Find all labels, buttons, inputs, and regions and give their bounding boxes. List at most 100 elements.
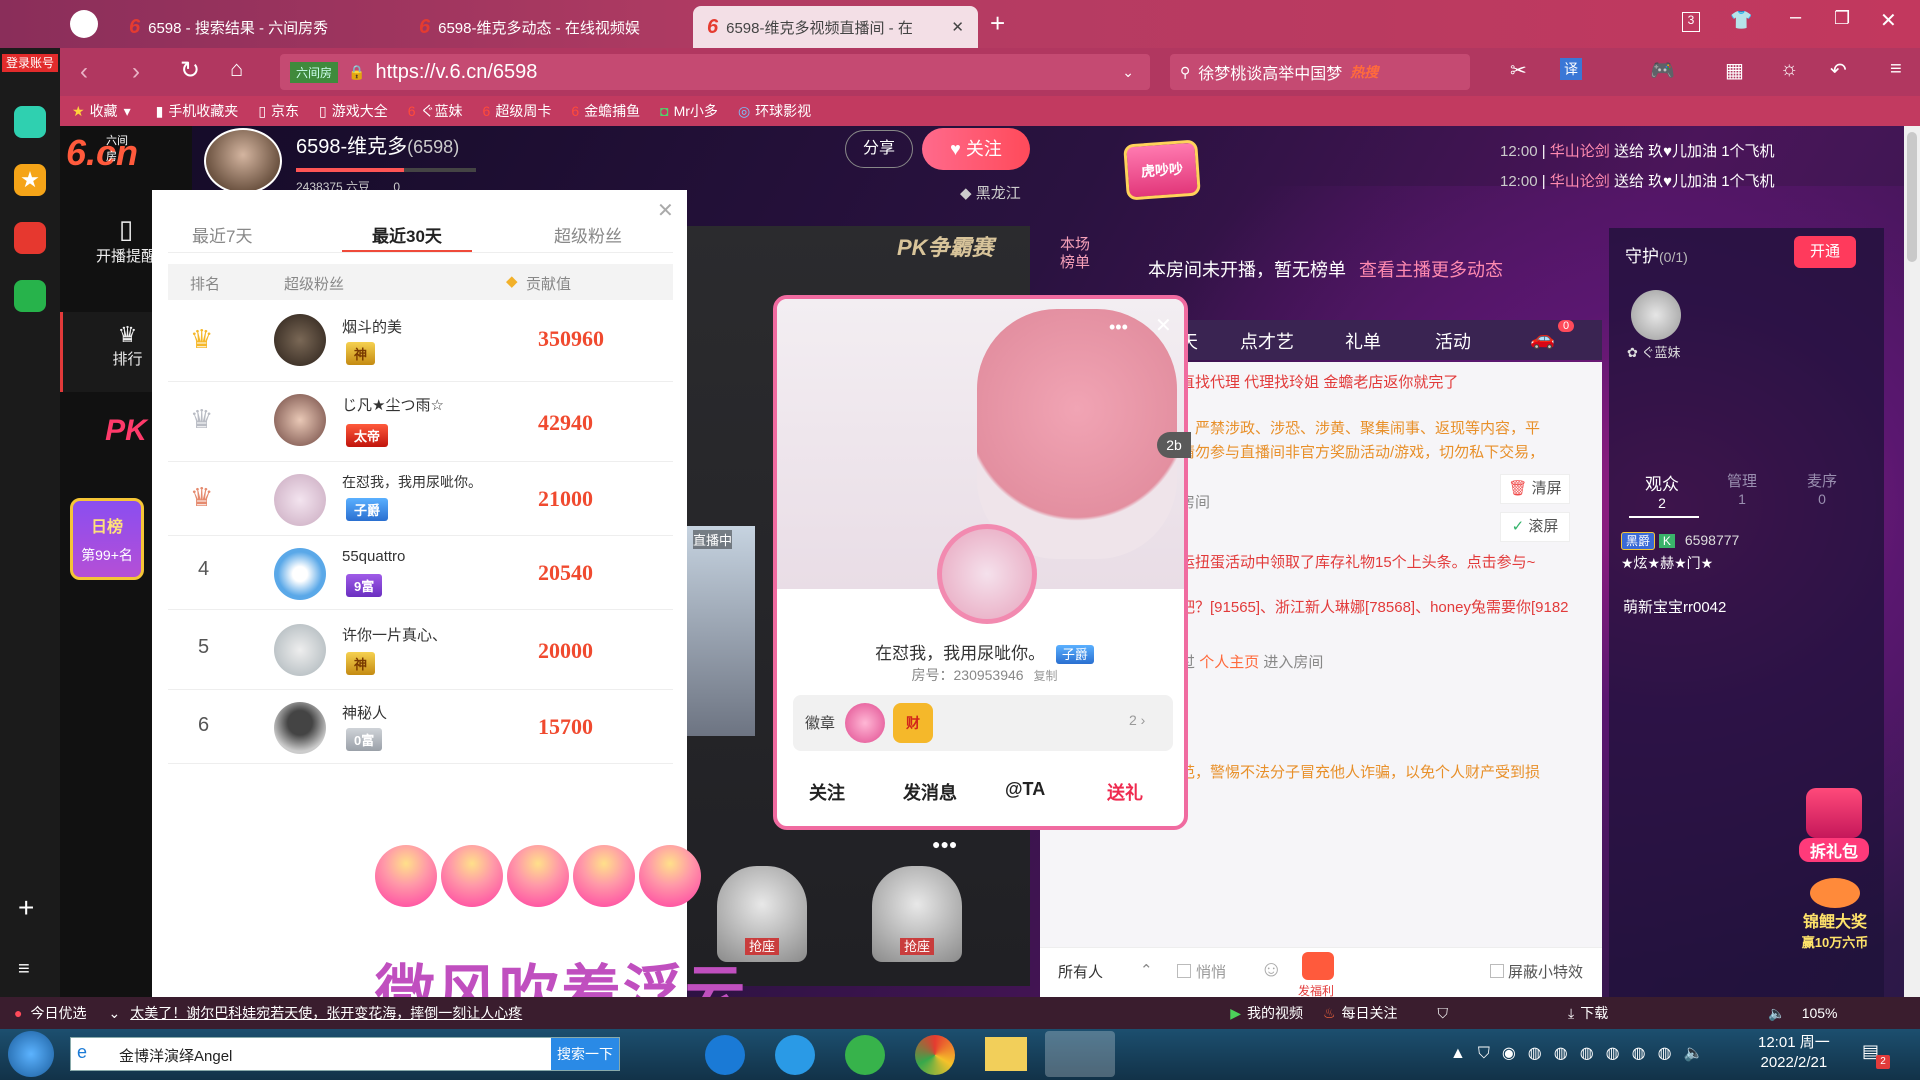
chevron-up-icon[interactable]: ⌃ <box>1140 960 1153 982</box>
viewer-row[interactable]: 萌新宝宝rr0042 <box>1623 596 1726 617</box>
whisper-checkbox[interactable] <box>1177 964 1191 978</box>
tab-counter[interactable]: 3 <box>1682 12 1700 32</box>
tab-search-results[interactable]: 6 6598 - 搜索结果 - 六间房秀 <box>115 6 395 48</box>
taskbar-app-360[interactable] <box>845 1035 885 1075</box>
bookmark-jd[interactable]: ▯ 京东 <box>258 101 299 121</box>
new-tab-button[interactable]: + <box>990 8 1005 39</box>
clear-button[interactable]: 🗑 清屏 <box>1500 474 1570 504</box>
share-button[interactable]: 分享 <box>845 130 913 168</box>
emoji-icon[interactable]: ☺ <box>1260 958 1282 980</box>
tab-dynamics[interactable]: 6 6598-维克多动态 - 在线视频娱 <box>405 6 690 48</box>
taskbar-app-k[interactable] <box>705 1035 745 1075</box>
carousel-dots[interactable]: ●●● <box>932 836 957 852</box>
bookmark-fishing[interactable]: 6 金蟾捕鱼 <box>571 101 640 121</box>
daily-follow[interactable]: 每日关注 <box>1342 1003 1398 1023</box>
profile-link[interactable]: 个人主页 <box>1199 654 1259 671</box>
weibo-icon[interactable] <box>14 222 46 254</box>
url-field[interactable]: 六间房 🔒 https://v.6.cn/6598 ⌄ <box>280 54 1150 90</box>
add-icon[interactable]: + <box>18 892 34 924</box>
table-row[interactable]: ♛ じ凡★尘つ雨☆ 太帝 42940 <box>168 382 673 462</box>
tab-super-fans[interactable]: 超级粉丝 <box>554 222 622 247</box>
clock[interactable]: 12:01 周一 2022/2/21 <box>1758 1033 1830 1073</box>
back-icon[interactable]: ‹ <box>80 58 88 86</box>
chat-tab[interactable]: 礼单 <box>1345 328 1381 354</box>
marquee-user[interactable]: 华山论剑 <box>1550 173 1610 190</box>
chevron-down-icon[interactable]: ⌄ <box>108 1005 120 1022</box>
taskbar-app-active[interactable] <box>1045 1031 1115 1077</box>
today-picks[interactable]: 今日优选 <box>30 1003 86 1023</box>
table-row[interactable]: 4 55quattro 9富 20540 <box>168 536 673 610</box>
scrollbar-thumb[interactable] <box>1907 132 1917 262</box>
bookmark-favorites[interactable]: ★ 收藏 ▾ <box>72 101 136 121</box>
search-box[interactable]: ⚲ 徐梦桃谈高举中国梦 热搜 <box>1170 54 1470 90</box>
viewer-row[interactable]: 黑爵 K 6598777 ★炫★赫★门★ <box>1621 532 1881 573</box>
my-video[interactable]: 我的视频 <box>1247 1003 1303 1023</box>
popup-message-button[interactable]: 发消息 <box>903 779 957 805</box>
close-window-icon[interactable]: ✕ <box>1880 8 1897 33</box>
popup-mention-button[interactable]: @TA <box>1005 779 1045 800</box>
scroll-button[interactable]: ✓ 滚屏 <box>1500 512 1570 542</box>
mascot-badge[interactable]: 虎吵吵 <box>1123 139 1201 201</box>
undo-icon[interactable]: ↶ <box>1830 58 1847 83</box>
home-icon[interactable]: ⌂ <box>230 56 243 82</box>
ie-search-button[interactable]: 搜索一下 <box>551 1038 619 1070</box>
live-thumbnail[interactable]: 直播中 <box>687 526 755 736</box>
more-icon[interactable]: ••• <box>1109 317 1128 338</box>
tab-30days[interactable]: 最近30天 <box>372 222 442 247</box>
menu-icon[interactable]: ≡ <box>18 958 30 981</box>
browser-menu-icon[interactable]: ≡ <box>1890 58 1902 81</box>
welfare-icon[interactable] <box>1302 952 1334 980</box>
dropdown-icon[interactable]: ⌄ <box>1122 64 1134 81</box>
bookmark-mrxiaoduo[interactable]: ◘ Mr小多 <box>660 101 718 121</box>
block-effects-checkbox[interactable] <box>1490 964 1504 978</box>
chat-tab[interactable]: 活动 <box>1435 328 1471 354</box>
popup-send-gift-button[interactable]: 送礼 <box>1107 779 1143 805</box>
table-row[interactable]: ♛ 在怼我，我用尿呲你。 子爵 21000 <box>168 462 673 536</box>
bookmark-lanmei[interactable]: 6 ぐ蓝妹 <box>408 101 463 121</box>
follow-button[interactable]: ♥ 关注 <box>922 128 1030 170</box>
tab-audience[interactable]: 观众 2 <box>1637 470 1687 511</box>
car-icon[interactable]: 🚗 <box>1530 326 1555 351</box>
enter-room[interactable]: 进入房间 <box>1263 654 1323 671</box>
app-icon[interactable] <box>14 106 46 138</box>
taskbar-app-folder[interactable] <box>985 1037 1027 1071</box>
tab-close-icon[interactable]: ✕ <box>951 18 964 36</box>
taskbar-app-ie[interactable] <box>775 1035 815 1075</box>
streamer-avatar[interactable] <box>204 128 282 194</box>
marquee-user[interactable]: 华山论剑 <box>1550 143 1610 160</box>
copy-button[interactable]: 复制 <box>1033 669 1057 683</box>
shirt-icon[interactable]: 👕 <box>1730 10 1752 31</box>
scissors-icon[interactable]: ✂ <box>1510 58 1527 83</box>
bookmark-weekly[interactable]: 6 超级周卡 <box>483 101 552 121</box>
theme-icon[interactable]: ☼ <box>1780 58 1798 81</box>
table-row[interactable]: ♛ 烟斗的美 神 350960 <box>168 302 673 382</box>
mail-icon[interactable] <box>14 280 46 312</box>
koi-banner[interactable]: 锦鲤大奖 赢10万六币 <box>1795 878 1875 958</box>
nav-back-icon[interactable] <box>70 10 98 38</box>
login-button[interactable]: 登录账号 <box>2 54 58 72</box>
forward-icon[interactable]: › <box>132 58 140 86</box>
taskbar-app-chrome[interactable] <box>915 1035 955 1075</box>
ie-address-box[interactable]: e 金博洋演绎Angel 搜索一下 <box>70 1037 620 1071</box>
open-guard-button[interactable]: 开通 <box>1794 236 1856 268</box>
bookmark-global[interactable]: ◎ 环球影视 <box>738 101 811 121</box>
page-scrollbar[interactable] <box>1904 126 1920 997</box>
refresh-icon[interactable]: ↻ <box>180 56 200 85</box>
table-row[interactable]: 5 许你一片真心、 神 20000 <box>168 610 673 690</box>
favorites-star-icon[interactable]: ★ <box>14 164 46 196</box>
gift-pack-button[interactable]: 拆礼包 <box>1799 788 1869 868</box>
close-icon[interactable]: ✕ <box>657 198 674 223</box>
popup-close-icon[interactable]: ✕ <box>1155 313 1172 338</box>
download-link[interactable]: 下载 <box>1580 1003 1608 1023</box>
daily-rank-badge[interactable]: 日榜 第99+名 <box>70 498 144 580</box>
tab-live-room[interactable]: 6 6598-维克多视频直播间 - 在 ✕ <box>693 6 978 48</box>
speaker-icon[interactable]: 🔈 <box>1768 1005 1785 1022</box>
maximize-icon[interactable]: ❐ <box>1834 8 1850 29</box>
shield-icon[interactable]: ⛉ <box>1438 1005 1449 1022</box>
popup-follow-button[interactable]: 关注 <box>809 779 845 805</box>
tab-admin[interactable]: 管理 1 <box>1717 470 1767 507</box>
translate-icon[interactable]: 译 <box>1560 58 1582 80</box>
table-row[interactable]: 6 神秘人 0富 15700 <box>168 690 673 764</box>
bookmark-games[interactable]: ▯ 游戏大全 <box>319 101 388 121</box>
game-icon[interactable]: 🎮 <box>1650 58 1675 83</box>
